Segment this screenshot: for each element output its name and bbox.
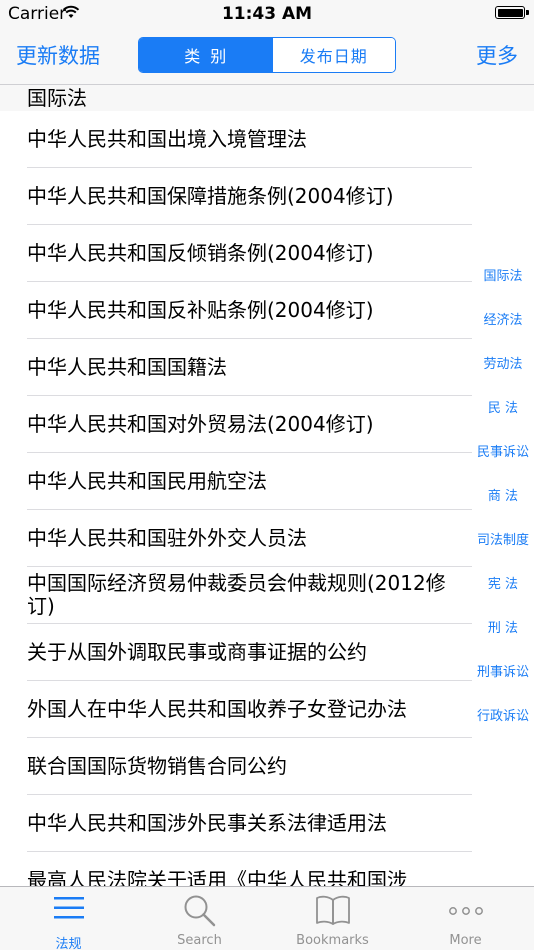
law-list[interactable]: 国际法 中华人民共和国出境入境管理法 中华人民共和国保障措施条例(2004修订)… [0,85,534,886]
list-item[interactable]: 中国国际经济贸易仲裁委员会仲裁规则(2012修订) [27,567,472,624]
list-item[interactable]: 联合国国际货物销售合同公约 [27,738,472,795]
list-item-label: 中华人民共和国国籍法 [27,354,227,379]
list-item-label: 关于从国外调取民事或商事证据的公约 [27,639,367,664]
index-item-economic-law[interactable]: 经济法 [474,311,532,331]
tab-search[interactable]: Search [133,887,266,951]
list-item[interactable]: 关于从国外调取民事或商事证据的公约 [27,624,472,681]
list-item[interactable]: 外国人在中华人民共和国收养子女登记办法 [27,681,472,738]
tab-regulations[interactable]: 法规 [2,887,135,952]
section-header: 国际法 [0,85,534,111]
navigation-bar: 更新数据 类别 发布日期 更多 [0,30,534,85]
segment-category[interactable]: 类别 [139,38,272,72]
tab-bar: 法规 Search Bookmarks More [0,886,534,952]
list-item[interactable]: 中华人民共和国对外贸易法(2004修订) [27,396,472,453]
status-bar: Carrier 11:43 AM [0,0,534,30]
more-dots-icon [448,907,483,915]
battery-fill [497,8,523,17]
list-item-label: 最高人民法院关于适用《中华人民共和国涉 [27,868,407,887]
tab-more[interactable]: More [399,887,532,951]
status-time: 11:43 AM [221,4,313,24]
list-item[interactable]: 中华人民共和国驻外外交人员法 [27,510,472,567]
more-button[interactable]: 更多 [476,40,518,70]
list-item-label: 中华人民共和国民用航空法 [27,468,267,493]
index-item-administrative-litigation[interactable]: 行政诉讼 [474,707,532,727]
list-item-label: 外国人在中华人民共和国收养子女登记办法 [27,696,407,721]
list-item-label: 中国国际经济贸易仲裁委员会仲裁规则(2012修订) [27,571,446,618]
sort-segmented-control: 类别 发布日期 [138,37,396,73]
list-item-label: 联合国国际货物销售合同公约 [27,753,287,778]
list-item[interactable]: 中华人民共和国出境入境管理法 [27,111,472,168]
tab-bookmarks[interactable]: Bookmarks [266,887,399,951]
list-item[interactable]: 中华人民共和国涉外民事关系法律适用法 [27,795,472,852]
search-icon [184,895,215,927]
index-item-civil-law[interactable]: 民 法 [474,399,532,419]
battery-tip [526,10,529,15]
index-item-constitutional-law[interactable]: 宪 法 [474,575,532,595]
refresh-data-button[interactable]: 更新数据 [16,40,100,70]
list-item-label: 中华人民共和国反倾销条例(2004修订) [27,240,374,265]
list-item-label: 中华人民共和国对外贸易法(2004修订) [27,411,374,436]
list-item[interactable]: 中华人民共和国反倾销条例(2004修订) [27,225,472,282]
index-item-civil-procedure[interactable]: 民事诉讼 [474,443,532,463]
list-item[interactable]: 中华人民共和国反补贴条例(2004修订) [27,282,472,339]
index-item-labor-law[interactable]: 劳动法 [474,355,532,375]
index-item-criminal-law[interactable]: 刑 法 [474,619,532,639]
tab-label: Bookmarks [296,933,369,948]
index-item-criminal-procedure[interactable]: 刑事诉讼 [474,663,532,683]
battery-icon [495,6,525,19]
list-item[interactable]: 中华人民共和国民用航空法 [27,453,472,510]
list-item[interactable]: 中华人民共和国保障措施条例(2004修订) [27,168,472,225]
tab-label: 法规 [55,937,82,952]
tab-label: More [449,933,482,948]
list-item-label: 中华人民共和国出境入境管理法 [27,126,307,151]
list-item-label: 中华人民共和国涉外民事关系法律适用法 [27,810,387,835]
index-item-judicial-system[interactable]: 司法制度 [474,531,532,551]
index-item-commercial-law[interactable]: 商 法 [474,487,532,507]
book-icon [315,895,350,925]
list-icon [53,897,84,919]
list-item[interactable]: 最高人民法院关于适用《中华人民共和国涉 [27,852,472,887]
segment-publish-date[interactable]: 发布日期 [271,38,395,72]
tab-label: Search [177,933,222,948]
list-item-label: 中华人民共和国驻外外交人员法 [27,525,307,550]
index-item-international-law[interactable]: 国际法 [474,267,532,287]
list-item-label: 中华人民共和国反补贴条例(2004修订) [27,297,374,322]
list-item-label: 中华人民共和国保障措施条例(2004修订) [27,183,394,208]
list-item[interactable]: 中华人民共和国国籍法 [27,339,472,396]
